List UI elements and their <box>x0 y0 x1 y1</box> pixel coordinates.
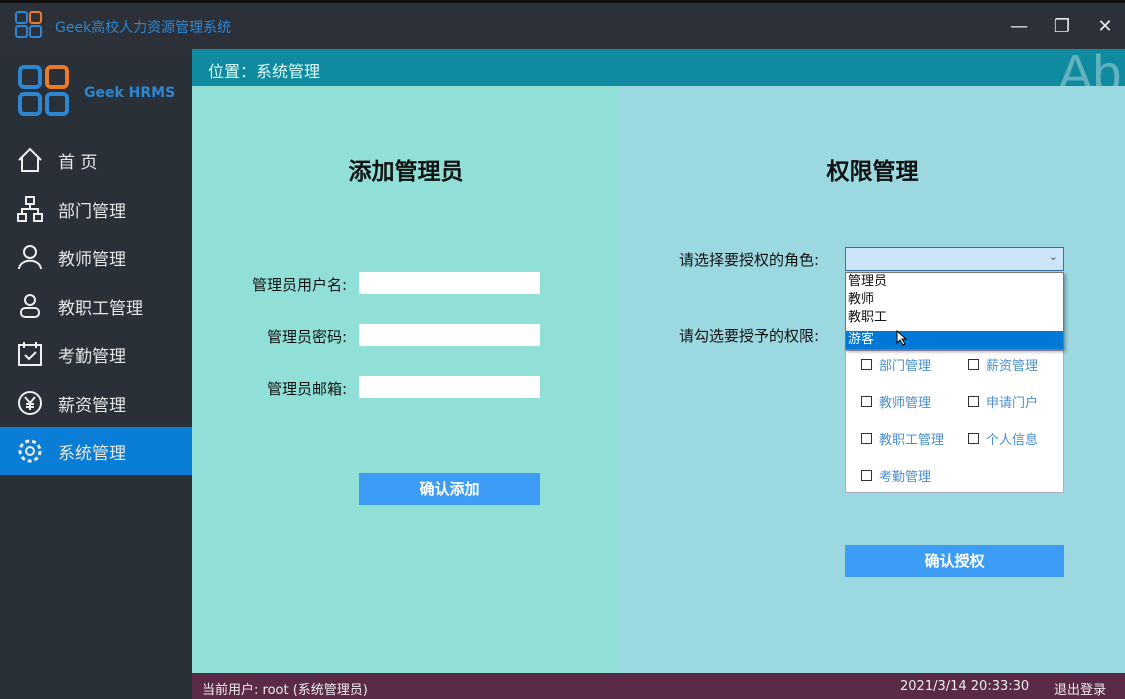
window-title: Geek高校人力资源管理系统 <box>55 20 232 36</box>
nav-label: 教师管理 <box>58 249 126 270</box>
checkbox-salary[interactable]: 薪资管理 <box>968 355 1038 374</box>
breadcrumb: 位置：系统管理 <box>192 49 1125 86</box>
role-option[interactable]: 教职工 <box>846 309 1063 327</box>
nav-label: 首 页 <box>58 152 98 173</box>
gear-icon <box>18 439 42 463</box>
nav-label: 系统管理 <box>58 443 126 464</box>
password-input[interactable] <box>359 324 540 346</box>
nav-salary[interactable]: 薪资管理 <box>0 379 192 427</box>
nav-label: 薪资管理 <box>58 395 126 416</box>
org-chart-icon <box>17 196 43 222</box>
chevron-down-icon: ⌄ <box>1048 250 1058 263</box>
role-option[interactable]: 教师 <box>846 291 1063 309</box>
brand-name: Geek HRMS <box>84 85 176 101</box>
person-icon <box>20 294 40 318</box>
calendar-check-icon <box>18 342 42 366</box>
nav-attendance[interactable]: 考勤管理 <box>0 330 192 378</box>
add-admin-panel: 添加管理员 管理员用户名: 管理员密码: 管理员邮箱: 确认添加 <box>192 86 620 673</box>
add-admin-title: 添加管理员 <box>348 159 464 185</box>
email-label: 管理员邮箱: <box>266 380 347 398</box>
checkbox-portal[interactable]: 申请门户 <box>968 392 1038 411</box>
checkbox-profile[interactable]: 个人信息 <box>968 429 1038 448</box>
nav-label: 部门管理 <box>58 201 126 222</box>
role-label: 请选择要授权的角色: <box>679 251 820 269</box>
role-select[interactable]: ⌄ <box>845 247 1064 271</box>
brand-logo-icon <box>18 65 69 116</box>
datetime: 2021/3/14 20:33:30 <box>900 679 1030 694</box>
status-bar: 当前用户: root (系统管理员) 2021/3/14 20:33:30 退出… <box>192 673 1125 699</box>
maximize-button[interactable]: ❐ <box>1047 13 1077 41</box>
logout-link[interactable]: 退出登录 <box>1054 679 1106 698</box>
permission-title: 权限管理 <box>826 159 919 185</box>
yen-icon <box>18 391 42 415</box>
nav-label: 教职工管理 <box>58 298 143 319</box>
nav-staff[interactable]: 教职工管理 <box>0 282 192 330</box>
role-option[interactable]: 管理员 <box>846 273 1063 291</box>
confirm-grant-button[interactable]: 确认授权 <box>845 545 1064 577</box>
confirm-add-button[interactable]: 确认添加 <box>359 473 540 505</box>
checkbox-attendance[interactable]: 考勤管理 <box>861 466 931 485</box>
permission-panel: 权限管理 请选择要授权的角色: ⌄ 管理员 教师 教职工 游客 请勾选要授予的权… <box>620 86 1125 673</box>
role-dropdown-list: 管理员 教师 教职工 游客 <box>845 272 1064 350</box>
title-bar: Geek高校人力资源管理系统 — ❐ ✕ <box>0 0 1125 49</box>
checkbox-staff[interactable]: 教职工管理 <box>861 429 944 448</box>
checkbox-teacher[interactable]: 教师管理 <box>861 392 931 411</box>
email-input[interactable] <box>359 376 540 398</box>
sidebar: Geek HRMS 首 页 部门管理 教师管理 教职工管理 考勤管理 薪资管理 … <box>0 49 192 699</box>
nav-label: 考勤管理 <box>58 346 126 367</box>
username-label: 管理员用户名: <box>251 276 347 294</box>
mouse-cursor-icon <box>896 330 908 346</box>
user-icon <box>18 245 42 270</box>
app-logo-icon <box>15 11 42 38</box>
password-label: 管理员密码: <box>266 328 347 346</box>
nav-department[interactable]: 部门管理 <box>0 185 192 233</box>
home-icon <box>18 147 42 172</box>
nav-home[interactable]: 首 页 <box>0 136 192 184</box>
close-button[interactable]: ✕ <box>1090 13 1120 41</box>
nav-teacher[interactable]: 教师管理 <box>0 233 192 281</box>
username-input[interactable] <box>359 272 540 294</box>
current-user: 当前用户: root (系统管理员) <box>202 683 368 698</box>
checkbox-department[interactable]: 部门管理 <box>861 355 931 374</box>
role-option-highlighted[interactable]: 游客 <box>846 331 1063 349</box>
nav-system[interactable]: 系统管理 <box>0 427 192 475</box>
permission-label: 请勾选要授予的权限: <box>679 327 820 345</box>
minimize-button[interactable]: — <box>1004 13 1034 41</box>
permission-checkbox-group: 部门管理 薪资管理 教师管理 申请门户 教职工管理 个人信息 考勤管理 <box>845 350 1064 493</box>
